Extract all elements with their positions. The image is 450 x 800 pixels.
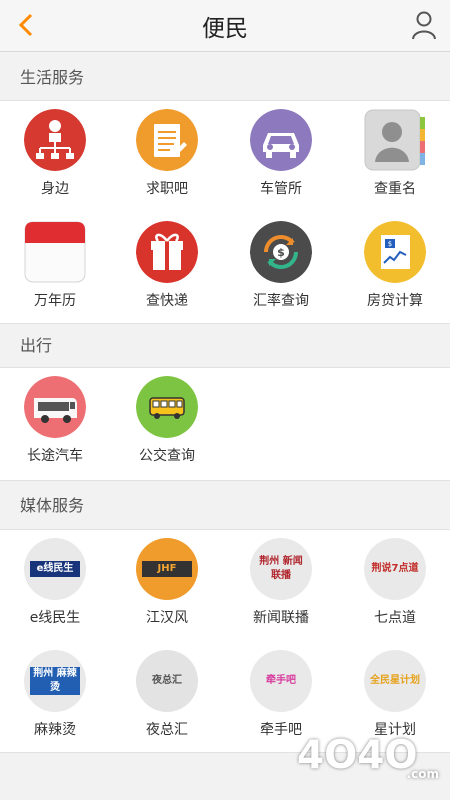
service-label: 求职吧 <box>146 181 188 197</box>
contact-icon <box>364 109 426 171</box>
media-label: 新闻联播 <box>253 610 309 626</box>
media-label: 夜总汇 <box>146 722 188 738</box>
service-label: 房贷计算 <box>367 293 423 309</box>
car-icon <box>250 109 312 171</box>
malatang-logo-icon: 荆州 麻辣烫 <box>24 650 86 712</box>
service-label: 公交查询 <box>139 448 195 464</box>
jianghanfeng-logo-icon: JHF <box>136 538 198 600</box>
calendar-icon <box>24 221 86 283</box>
service-mortgage[interactable]: $ 房贷计算 <box>340 213 450 325</box>
service-bus-query[interactable]: 公交查询 <box>112 368 224 480</box>
travel-grid: 长途汽车 公交查询 <box>0 367 450 481</box>
media-label: 七点道 <box>374 610 416 626</box>
svg-text:$: $ <box>277 246 285 259</box>
media-jianghanfeng[interactable]: JHF 江汉风 <box>112 530 224 642</box>
watermark: 4O4O .com <box>297 733 439 781</box>
section-title-media: 媒体服务 <box>0 484 450 528</box>
svg-text:$: $ <box>388 240 392 248</box>
section-title-life-services: 生活服务 <box>0 56 450 100</box>
currency-exchange-icon: $ <box>250 221 312 283</box>
seven-logo-icon: 荆说7点道 <box>364 538 426 600</box>
life-services-grid: 身边 求职吧 车管所 查重名 万年历 查快递 $ 汇率查询 $ 房贷计算 <box>0 100 450 324</box>
service-label: 万年历 <box>34 293 76 309</box>
media-grid: e线民生 e线民生 JHF 江汉风 荆州 新闻联播 新闻联播 荆说7点道 七点道… <box>0 529 450 753</box>
media-label: 麻辣烫 <box>34 722 76 738</box>
news-logo-icon: 荆州 新闻联播 <box>250 538 312 600</box>
media-news[interactable]: 荆州 新闻联播 新闻联播 <box>226 530 338 642</box>
service-label: 查重名 <box>374 181 416 197</box>
service-name-check[interactable]: 查重名 <box>340 101 450 213</box>
media-label: e线民生 <box>29 610 81 626</box>
service-label: 身边 <box>41 181 69 197</box>
job-icon <box>136 109 198 171</box>
media-eline[interactable]: e线民生 e线民生 <box>0 530 112 642</box>
media-night[interactable]: 夜总汇 夜总汇 <box>112 642 224 754</box>
section-title-travel: 出行 <box>0 324 450 368</box>
service-express[interactable]: 查快递 <box>112 213 224 325</box>
service-vehicle-office[interactable]: 车管所 <box>226 101 338 213</box>
user-icon[interactable] <box>410 9 438 41</box>
service-label: 查快递 <box>146 293 188 309</box>
gift-icon <box>136 221 198 283</box>
hand-logo-icon: 牵手吧 <box>250 650 312 712</box>
nearby-icon <box>24 109 86 171</box>
service-label: 汇率查询 <box>253 293 309 309</box>
page-title: 便民 <box>202 16 248 42</box>
service-label: 车管所 <box>260 181 302 197</box>
eline-logo-icon: e线民生 <box>24 538 86 600</box>
mortgage-icon: $ <box>364 221 426 283</box>
service-label: 长途汽车 <box>27 448 83 464</box>
service-long-distance-bus[interactable]: 长途汽车 <box>0 368 112 480</box>
service-exchange-rate[interactable]: $ 汇率查询 <box>226 213 338 325</box>
top-bar: 便民 <box>0 0 450 52</box>
media-seven[interactable]: 荆说7点道 七点道 <box>340 530 450 642</box>
star-logo-icon: 全民星计划 <box>364 650 426 712</box>
night-logo-icon: 夜总汇 <box>136 650 198 712</box>
city-bus-icon <box>136 376 198 438</box>
media-label: 江汉风 <box>146 610 188 626</box>
coach-bus-icon <box>24 376 86 438</box>
media-malatang[interactable]: 荆州 麻辣烫 麻辣烫 <box>0 642 112 754</box>
service-calendar[interactable]: 万年历 <box>0 213 112 325</box>
service-job[interactable]: 求职吧 <box>112 101 224 213</box>
service-nearby[interactable]: 身边 <box>0 101 112 213</box>
